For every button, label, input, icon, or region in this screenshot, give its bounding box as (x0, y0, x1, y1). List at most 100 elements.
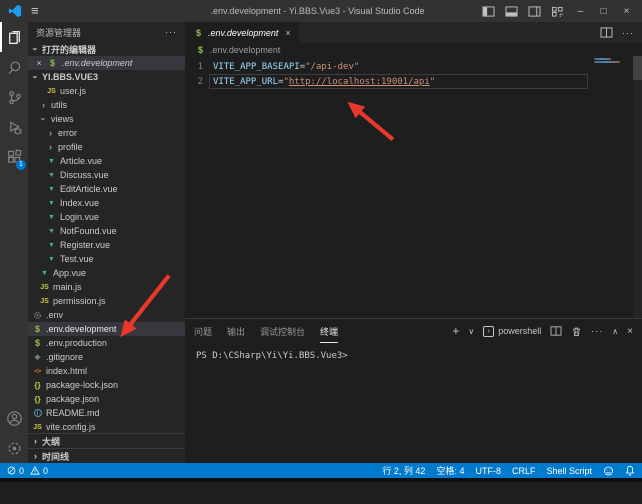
menu-icon[interactable]: ≡ (31, 0, 39, 22)
panel-tab-2[interactable]: 调试控制台 (260, 319, 305, 343)
chevron-icon: › (31, 73, 41, 82)
toggle-secondary-sidebar-icon[interactable] (523, 0, 546, 22)
chevron-icon: › (31, 436, 40, 446)
tree-item-.gitignore[interactable]: ◆.gitignore (28, 350, 185, 364)
open-editor-label: .env.development (62, 58, 132, 68)
outline-section-header[interactable]: › 大纲 (28, 433, 185, 448)
tree-item-Register.vue[interactable]: ▼Register.vue (28, 238, 185, 252)
open-editor-item[interactable]: × $ .env.development (28, 56, 185, 70)
gear-icon (32, 311, 43, 320)
vue-icon: ▼ (39, 270, 50, 277)
chevron-icon: › (39, 100, 48, 110)
explorer-icon[interactable] (0, 22, 28, 52)
problems-status[interactable]: 0 0 (7, 466, 48, 476)
terminal-dropdown-icon[interactable]: ∨ (468, 327, 474, 336)
language-mode[interactable]: Shell Script (546, 466, 592, 476)
code-editor[interactable]: 1 VITE_APP_BASEAPI="/api-dev" 2 VITE_APP… (185, 56, 642, 318)
customize-layout-icon[interactable] (546, 0, 569, 22)
tree-item-EditArticle.vue[interactable]: ▼EditArticle.vue (28, 182, 185, 196)
tab-close-icon[interactable]: × (285, 28, 290, 38)
panel-tab-1[interactable]: 输出 (227, 319, 245, 343)
editor-tab-bar: $ .env.development × ··· (185, 22, 642, 43)
sidebar-more-actions-icon[interactable]: ··· (165, 27, 177, 37)
tree-item-label: Login.vue (60, 212, 99, 222)
panel-tab-3[interactable]: 终端 (320, 319, 338, 343)
tab-label: .env.development (208, 28, 278, 38)
close-panel-icon[interactable]: × (627, 326, 633, 337)
tree-item-Discuss.vue[interactable]: ▼Discuss.vue (28, 168, 185, 182)
tree-item-App.vue[interactable]: ▼App.vue (28, 266, 185, 280)
tree-item-.env[interactable]: .env (28, 308, 185, 322)
tree-item-label: package.json (46, 394, 99, 404)
timeline-section-header[interactable]: › 时间线 (28, 448, 185, 463)
tree-item-label: Register.vue (60, 240, 110, 250)
cursor-position[interactable]: 行 2, 列 42 (382, 464, 425, 477)
editor-scrollbar[interactable] (633, 56, 642, 318)
chevron-icon: › (46, 128, 55, 138)
maximize-panel-icon[interactable]: ∧ (612, 327, 618, 336)
tree-item-index.html[interactable]: <>index.html (28, 364, 185, 378)
split-editor-icon[interactable] (600, 27, 613, 38)
shellscript-icon: $ (195, 45, 206, 55)
settings-gear-icon[interactable] (0, 433, 28, 463)
account-icon[interactable] (0, 403, 28, 433)
eol[interactable]: CRLF (512, 466, 536, 476)
toggle-panel-icon[interactable] (500, 0, 523, 22)
close-icon[interactable]: × (35, 58, 43, 68)
extensions-badge: 1 (16, 160, 26, 170)
extensions-icon[interactable]: 1 (0, 142, 28, 172)
tree-item-Article.vue[interactable]: ▼Article.vue (28, 154, 185, 168)
run-debug-icon[interactable] (0, 112, 28, 142)
tree-item-user.js[interactable]: JSuser.js (28, 84, 185, 98)
feedback-icon[interactable] (603, 466, 614, 476)
tree-item-main.js[interactable]: JSmain.js (28, 280, 185, 294)
file-tree: JSuser.js›utils›views›error›profile▼Arti… (28, 84, 185, 433)
tree-item-label: error (58, 128, 77, 138)
terminal-instance[interactable]: › powershell (483, 326, 541, 337)
panel-tab-0[interactable]: 问题 (194, 319, 212, 343)
notifications-bell-icon[interactable] (625, 465, 635, 476)
tab-env-development[interactable]: $ .env.development × (185, 22, 299, 43)
project-header[interactable]: › YI.BBS.VUE3 (28, 70, 185, 84)
tree-item-Test.vue[interactable]: ▼Test.vue (28, 252, 185, 266)
kill-terminal-icon[interactable] (571, 326, 582, 337)
source-control-icon[interactable] (0, 82, 28, 112)
indentation[interactable]: 空格: 4 (436, 464, 464, 477)
tree-item-utils[interactable]: ›utils (28, 98, 185, 112)
tree-item-.env.production[interactable]: $.env.production (28, 336, 185, 350)
search-icon[interactable] (0, 52, 28, 82)
encoding[interactable]: UTF-8 (475, 466, 501, 476)
toggle-sidebar-icon[interactable] (477, 0, 500, 22)
sidebar-title: 资源管理器 (36, 26, 81, 39)
maximize-button[interactable]: □ (592, 0, 615, 22)
tree-item-vite.config.js[interactable]: JSvite.config.js (28, 420, 185, 433)
minimize-button[interactable]: – (569, 0, 592, 22)
tree-item-.env.development[interactable]: $.env.development (28, 322, 185, 336)
tree-item-profile[interactable]: ›profile (28, 140, 185, 154)
split-terminal-icon[interactable] (550, 326, 562, 336)
close-button[interactable]: × (615, 0, 638, 22)
open-editors-header[interactable]: › 打开的编辑器 (28, 42, 185, 56)
tree-item-views[interactable]: ›views (28, 112, 185, 126)
tree-item-label: README.md (46, 408, 100, 418)
tree-item-Login.vue[interactable]: ▼Login.vue (28, 210, 185, 224)
editor-more-actions-icon[interactable]: ··· (622, 28, 634, 38)
tree-item-Index.vue[interactable]: ▼Index.vue (28, 196, 185, 210)
terminal-output[interactable]: PS D:\CSharp\Yi\Yi.BBS.Vue3> (185, 343, 642, 361)
tree-item-package-lock.json[interactable]: {}package-lock.json (28, 378, 185, 392)
tree-item-error[interactable]: ›error (28, 126, 185, 140)
panel-more-actions-icon[interactable]: ··· (591, 326, 603, 336)
tree-item-README.md[interactable]: iREADME.md (28, 406, 185, 420)
vue-icon: ▼ (46, 200, 57, 207)
tree-item-package.json[interactable]: {}package.json (28, 392, 185, 406)
window-bottom-edge (0, 478, 642, 482)
vue-icon: ▼ (46, 214, 57, 221)
breadcrumb[interactable]: $ .env.development (185, 43, 642, 56)
url-link[interactable]: http://localhost:19001/api (289, 77, 430, 87)
error-icon (7, 466, 16, 475)
tree-item-NotFound.vue[interactable]: ▼NotFound.vue (28, 224, 185, 238)
new-terminal-icon[interactable]: + (452, 324, 459, 338)
tree-item-permission.js[interactable]: JSpermission.js (28, 294, 185, 308)
shell-label: powershell (498, 326, 541, 336)
js-icon: JS (39, 298, 50, 305)
